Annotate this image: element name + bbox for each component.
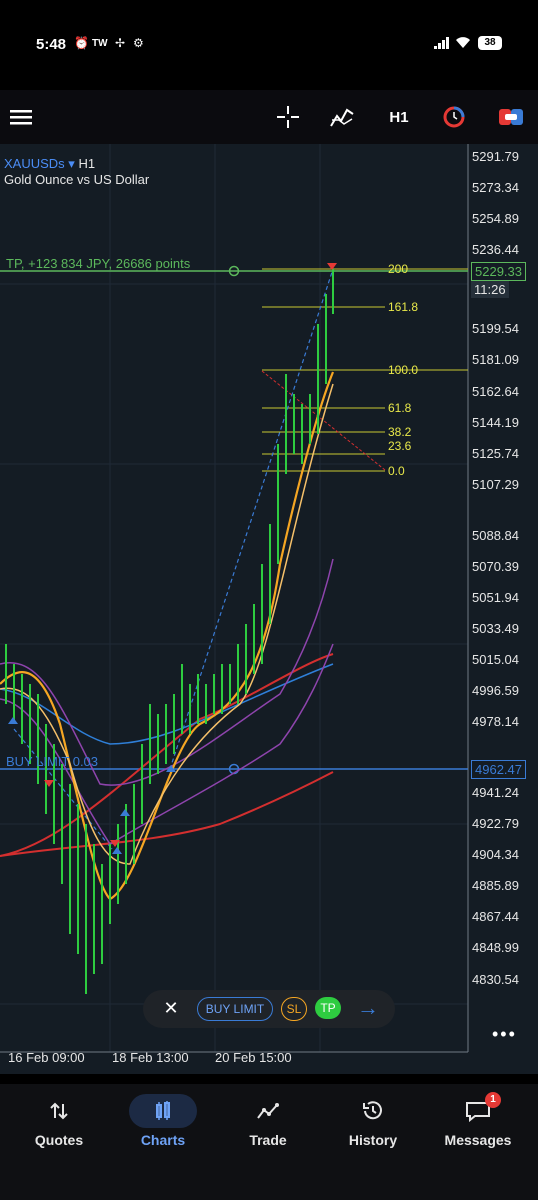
alarm-icon: ⏰ (74, 36, 89, 50)
nav-quotes[interactable]: Quotes (5, 1084, 113, 1164)
time-label: 20 Feb 15:00 (215, 1050, 292, 1065)
submit-arrow-icon[interactable]: → (353, 995, 383, 1020)
indicators-icon[interactable] (328, 90, 356, 144)
unread-badge: 1 (485, 1092, 501, 1108)
chart-toolbar: H1 (0, 90, 538, 144)
tp-button[interactable]: TP (315, 997, 341, 1019)
chart-canvas[interactable] (0, 144, 538, 1074)
trade-toggle-icon[interactable] (496, 90, 526, 144)
nav-charts[interactable]: Charts (109, 1084, 217, 1164)
fib-level-label: 61.8 (388, 401, 412, 415)
price-tick: 4922.79 (472, 816, 519, 831)
carrier-label: TW (92, 38, 108, 49)
sl-button[interactable]: SL (281, 997, 307, 1021)
chart-header: XAUUSDs ▾ H1 Gold Ounce vs US Dollar (4, 156, 149, 188)
fib-level-label: 161.8 (388, 300, 419, 314)
price-tick: 5162.64 (472, 384, 519, 399)
order-type-button[interactable]: BUY LIMIT (197, 997, 273, 1021)
bottom-navigation: Quotes Charts Trade History 1 Messages (0, 1084, 538, 1200)
chart-timeframe: H1 (78, 156, 96, 171)
nav-messages[interactable]: 1 Messages (424, 1084, 532, 1164)
nav-label: Messages (444, 1132, 512, 1148)
status-time: 5:48 (36, 36, 67, 53)
signal-icon (434, 37, 450, 52)
fib-level-label: 23.6 (388, 439, 412, 453)
price-tick: 4941.24 (472, 785, 519, 800)
price-tick: 4978.14 (472, 714, 519, 729)
price-tick: 4996.59 (472, 683, 519, 698)
price-tick: 5181.09 (472, 352, 519, 367)
price-tick: 5236.44 (472, 242, 519, 257)
symbol-name[interactable]: XAUUSDs (4, 156, 65, 171)
buy-limit-label: BUY LIMIT 0.03 (6, 754, 99, 769)
battery-indicator: 38 (478, 36, 502, 50)
price-tick: 5070.39 (472, 559, 519, 574)
tp-label: TP, +123 834 JPY, 26686 points (6, 256, 191, 271)
time-label: 16 Feb 09:00 (8, 1050, 85, 1065)
price-tick: 5254.89 (472, 211, 519, 226)
charts-icon (109, 1094, 217, 1128)
price-tick: 5199.54 (472, 321, 519, 336)
trade-icon (214, 1096, 322, 1126)
quotes-icon (5, 1096, 113, 1126)
clock-icon[interactable] (440, 90, 468, 144)
messages-icon (424, 1096, 532, 1126)
price-tick: 5015.04 (472, 652, 519, 667)
nav-label: Quotes (34, 1132, 84, 1148)
fib-level-label: 38.2 (388, 425, 412, 439)
price-tick: 5088.84 (472, 528, 519, 543)
price-tick: 4904.34 (472, 847, 519, 862)
crosshair-icon[interactable] (274, 90, 302, 144)
price-tick: 5125.74 (472, 446, 519, 461)
price-chart[interactable]: XAUUSDs ▾ H1 Gold Ounce vs US Dollar TP,… (0, 144, 538, 1074)
price-tick: 5291.79 (472, 149, 519, 164)
fib-level-label: 100.0 (388, 363, 419, 377)
nav-label: Trade (249, 1132, 287, 1148)
fan-icon: ✢ (115, 36, 126, 50)
price-tick: 5107.29 (472, 477, 519, 492)
price-tick: 4885.89 (472, 878, 519, 893)
history-icon (319, 1096, 427, 1126)
settings-icon: ⚙ (133, 36, 144, 50)
nav-history[interactable]: History (319, 1084, 427, 1164)
bar-countdown: 11:26 (471, 281, 509, 298)
price-tick: 5273.34 (472, 180, 519, 195)
symbol-description: Gold Ounce vs US Dollar (4, 172, 150, 187)
nav-label: History (348, 1132, 398, 1148)
timeframe-button[interactable]: H1 (384, 90, 414, 144)
buy-limit-price-tag: 4962.47 (471, 760, 526, 779)
time-label: 18 Feb 13:00 (112, 1050, 189, 1065)
close-icon[interactable]: ✕ (157, 997, 185, 1019)
nav-label: Charts (140, 1132, 186, 1148)
status-bar: 5:48 ⏰ TW ✢ ⚙ 38 (0, 0, 538, 90)
price-tick: 5144.19 (472, 415, 519, 430)
price-tick: 4830.54 (472, 972, 519, 987)
menu-icon[interactable] (4, 90, 38, 144)
more-options-icon[interactable]: ••• (492, 1024, 517, 1045)
symbol-dropdown-icon[interactable]: ▾ (65, 156, 79, 171)
trade-bar: ✕ BUY LIMIT SL TP → (143, 990, 395, 1028)
current-price-tag: 5229.33 (471, 262, 526, 281)
nav-trade[interactable]: Trade (214, 1084, 322, 1164)
wifi-icon (455, 36, 471, 52)
price-tick: 4867.44 (472, 909, 519, 924)
price-tick: 5033.49 (472, 621, 519, 636)
price-tick: 4848.99 (472, 940, 519, 955)
fib-level-label: 0.0 (388, 464, 405, 478)
fib-level-label: 200 (388, 262, 409, 276)
price-tick: 5051.94 (472, 590, 519, 605)
